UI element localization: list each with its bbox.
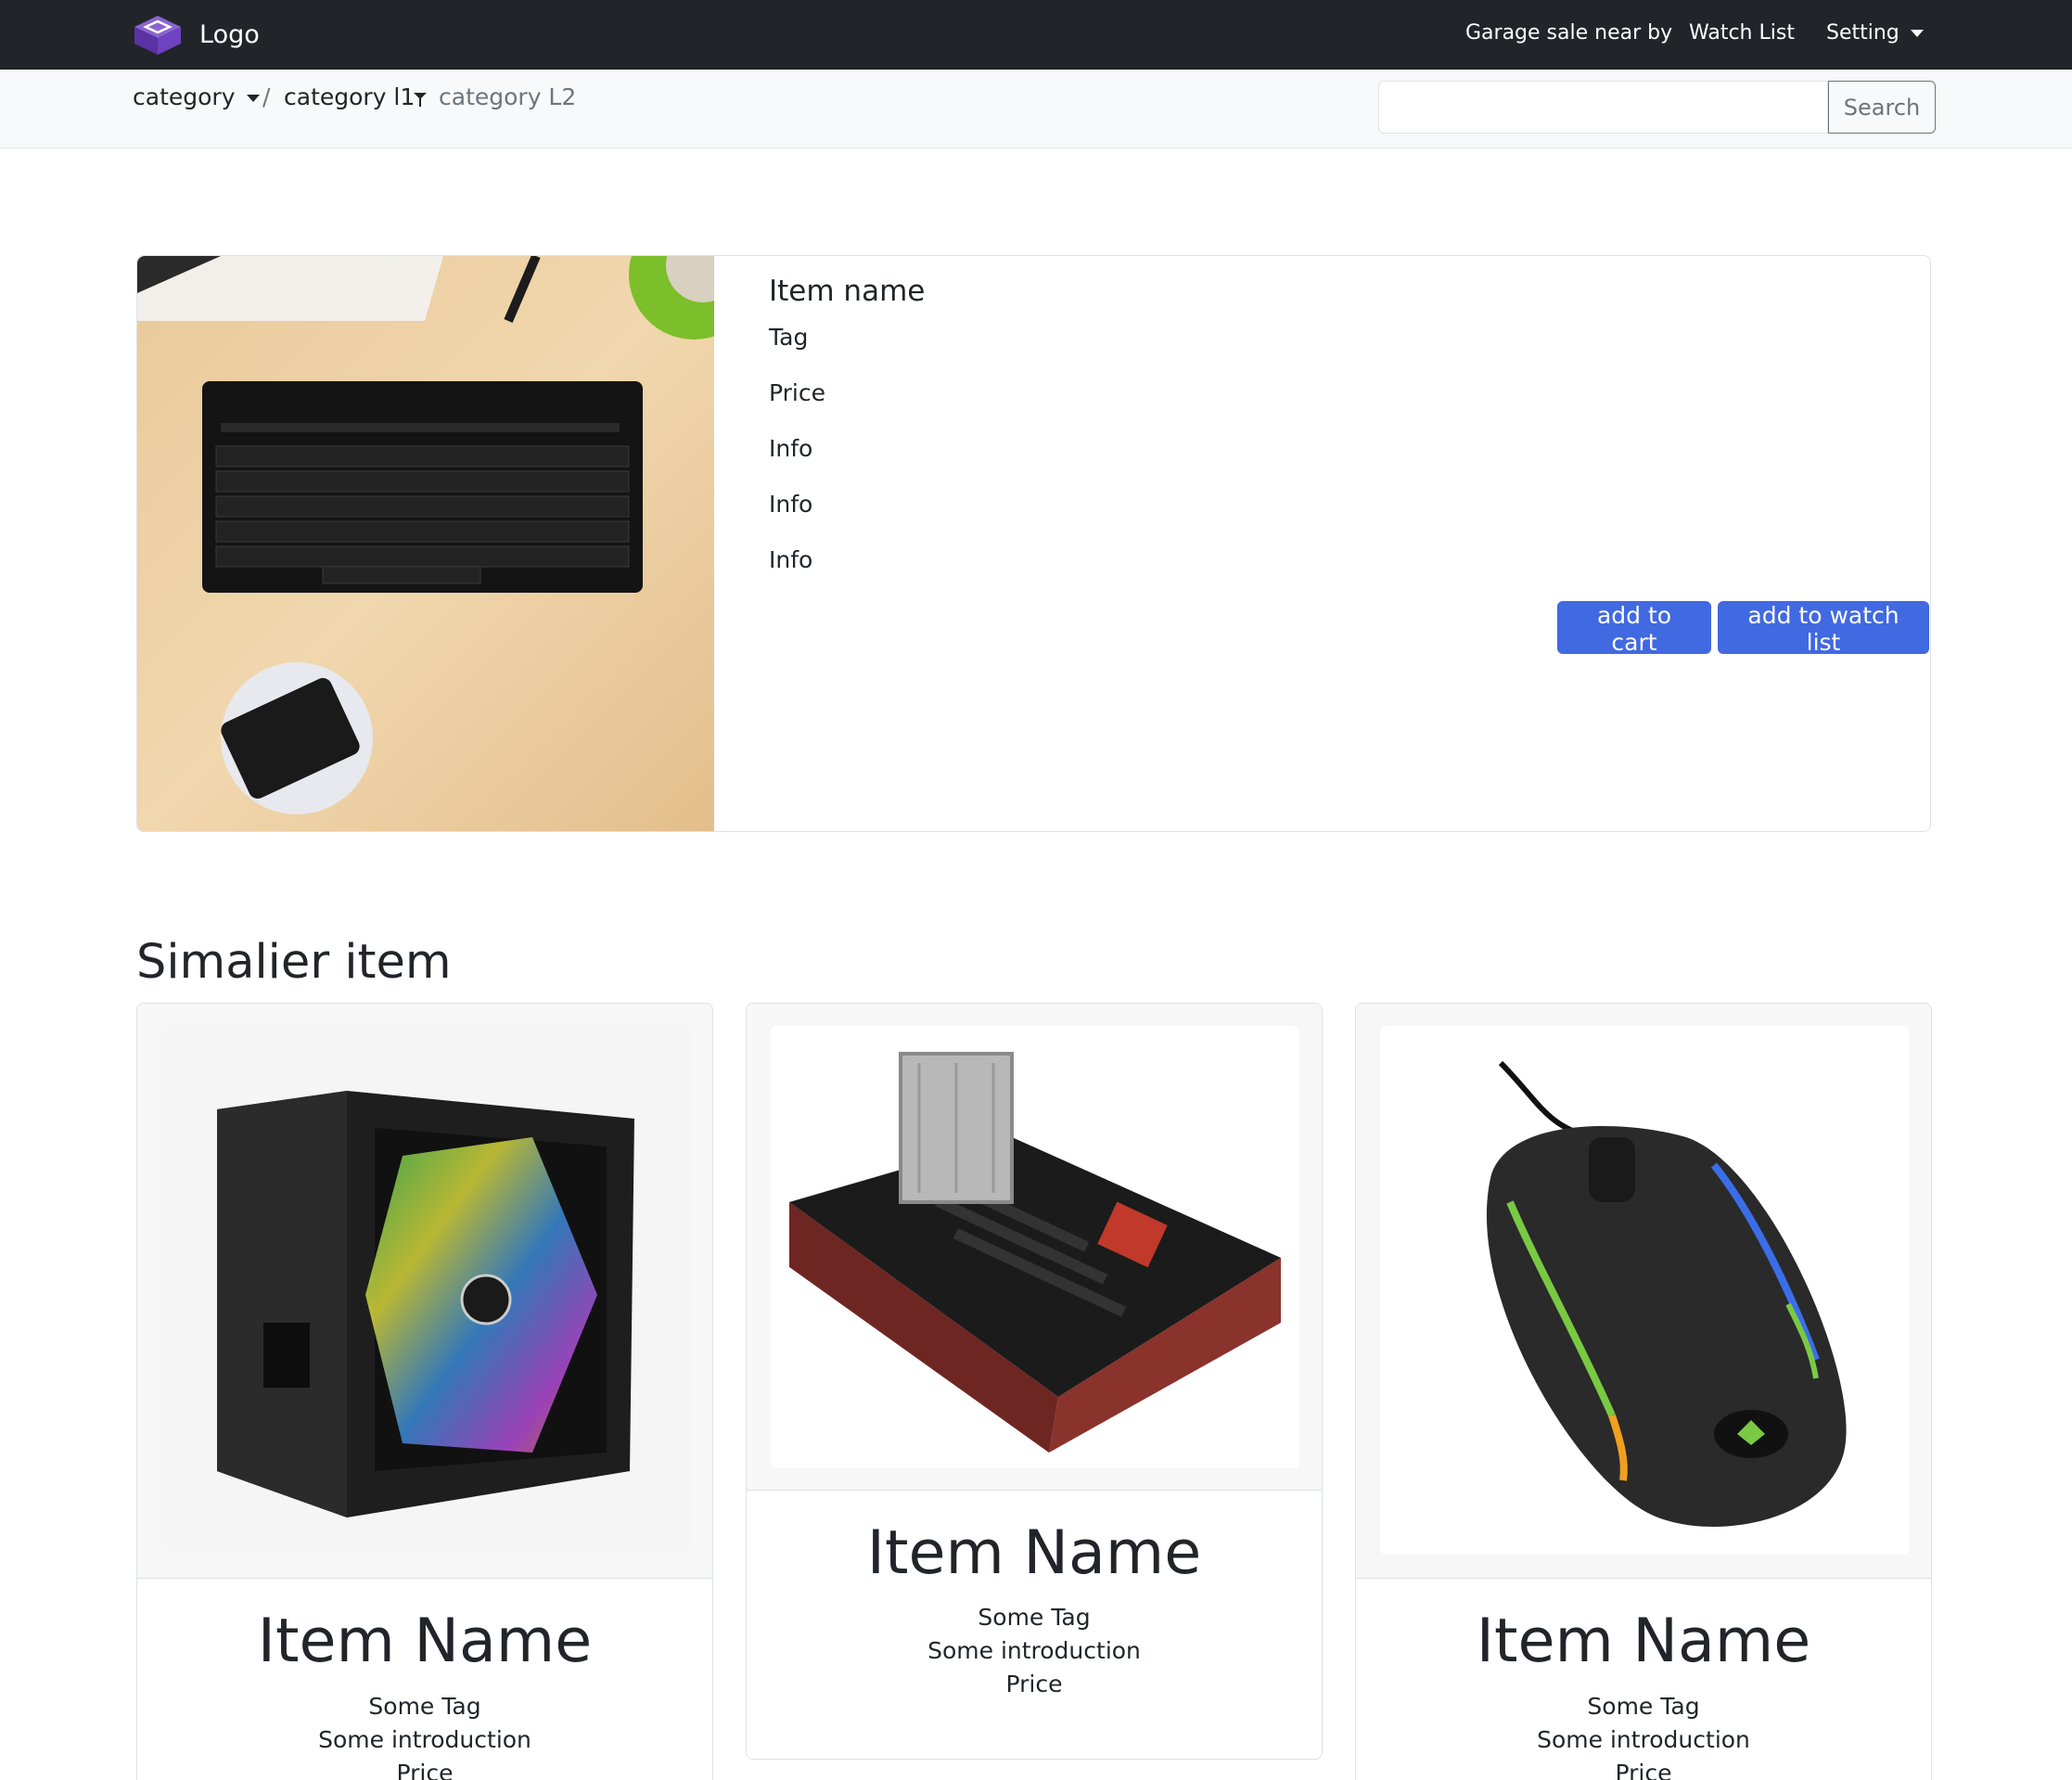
- similar-item-price: Price: [396, 1760, 454, 1780]
- similar-item-card[interactable]: Item Name Some Tag Some introduction Pri…: [1355, 1003, 1932, 1780]
- brand-logo-icon: [134, 15, 181, 55]
- similar-item-tag: Some Tag: [1587, 1693, 1700, 1720]
- nav-watch-list-link[interactable]: Watch List: [1689, 19, 1795, 48]
- featured-item-card: Item name Tag Price Info Info Info: [136, 255, 1931, 832]
- brand-name: Logo: [199, 20, 260, 49]
- similar-item-intro: Some introduction: [318, 1726, 531, 1753]
- dropdown-caret-icon: [246, 95, 260, 102]
- featured-item-name: Item name: [769, 275, 926, 308]
- similar-item-price: Price: [1615, 1760, 1672, 1780]
- top-navbar: Logo Garage sale near by Watch List Sett…: [0, 0, 2072, 70]
- nav-setting-label: Setting: [1826, 21, 1899, 45]
- featured-item-price: Price: [769, 379, 825, 406]
- similar-items-title: Simalier item: [136, 935, 452, 990]
- similar-item-tag: Some Tag: [978, 1604, 1091, 1631]
- similar-item-image: [161, 1026, 690, 1550]
- dropdown-caret-icon: [1910, 30, 1924, 37]
- breadcrumb-separator: /: [262, 83, 271, 110]
- breadcrumb-category-dropdown[interactable]: category: [133, 81, 260, 114]
- similar-item-image-area: [747, 1004, 1322, 1491]
- similar-item-tag: Some Tag: [368, 1693, 481, 1720]
- similar-item-price: Price: [1005, 1671, 1063, 1697]
- similar-item-card[interactable]: Item Name Some Tag Some introduction Pri…: [136, 1003, 713, 1780]
- similar-item-intro: Some introduction: [1537, 1726, 1750, 1753]
- similar-item-card[interactable]: Item Name Some Tag Some introduction Pri…: [746, 1003, 1323, 1760]
- search-input[interactable]: [1378, 81, 1828, 134]
- breadcrumb-category-l1-label: category l1: [284, 83, 416, 110]
- featured-item-image: [137, 256, 714, 831]
- featured-item-info: Info: [769, 491, 813, 518]
- similar-item-intro: Some introduction: [927, 1637, 1141, 1664]
- similar-item-image: [771, 1026, 1299, 1468]
- breadcrumb-category-l2: category L2: [439, 83, 577, 110]
- featured-item-tag: Tag: [769, 324, 809, 351]
- featured-item-info: Info: [769, 435, 813, 462]
- chevron-down-icon[interactable]: [413, 91, 428, 108]
- nav-setting-dropdown[interactable]: Setting: [1826, 19, 1924, 48]
- similar-item-image-area: [1356, 1004, 1931, 1579]
- similar-item-image: [1380, 1026, 1909, 1555]
- breadcrumb-category-l1-dropdown[interactable]: category l1: [284, 81, 415, 114]
- breadcrumb-category-label: category: [133, 83, 236, 110]
- add-to-cart-button[interactable]: add to cart: [1557, 601, 1711, 656]
- nav-garage-sale-link[interactable]: Garage sale near by: [1465, 19, 1672, 48]
- similar-item-name: Item Name: [866, 1518, 1202, 1588]
- similar-item-name: Item Name: [1476, 1607, 1811, 1676]
- brand[interactable]: Logo: [133, 9, 260, 60]
- similar-item-name: Item Name: [257, 1607, 593, 1676]
- add-to-watch-list-button[interactable]: add to watch list: [1718, 601, 1929, 656]
- search-button[interactable]: Search: [1828, 81, 1936, 134]
- similar-item-image-area: [137, 1004, 712, 1579]
- featured-item-info: Info: [769, 546, 813, 573]
